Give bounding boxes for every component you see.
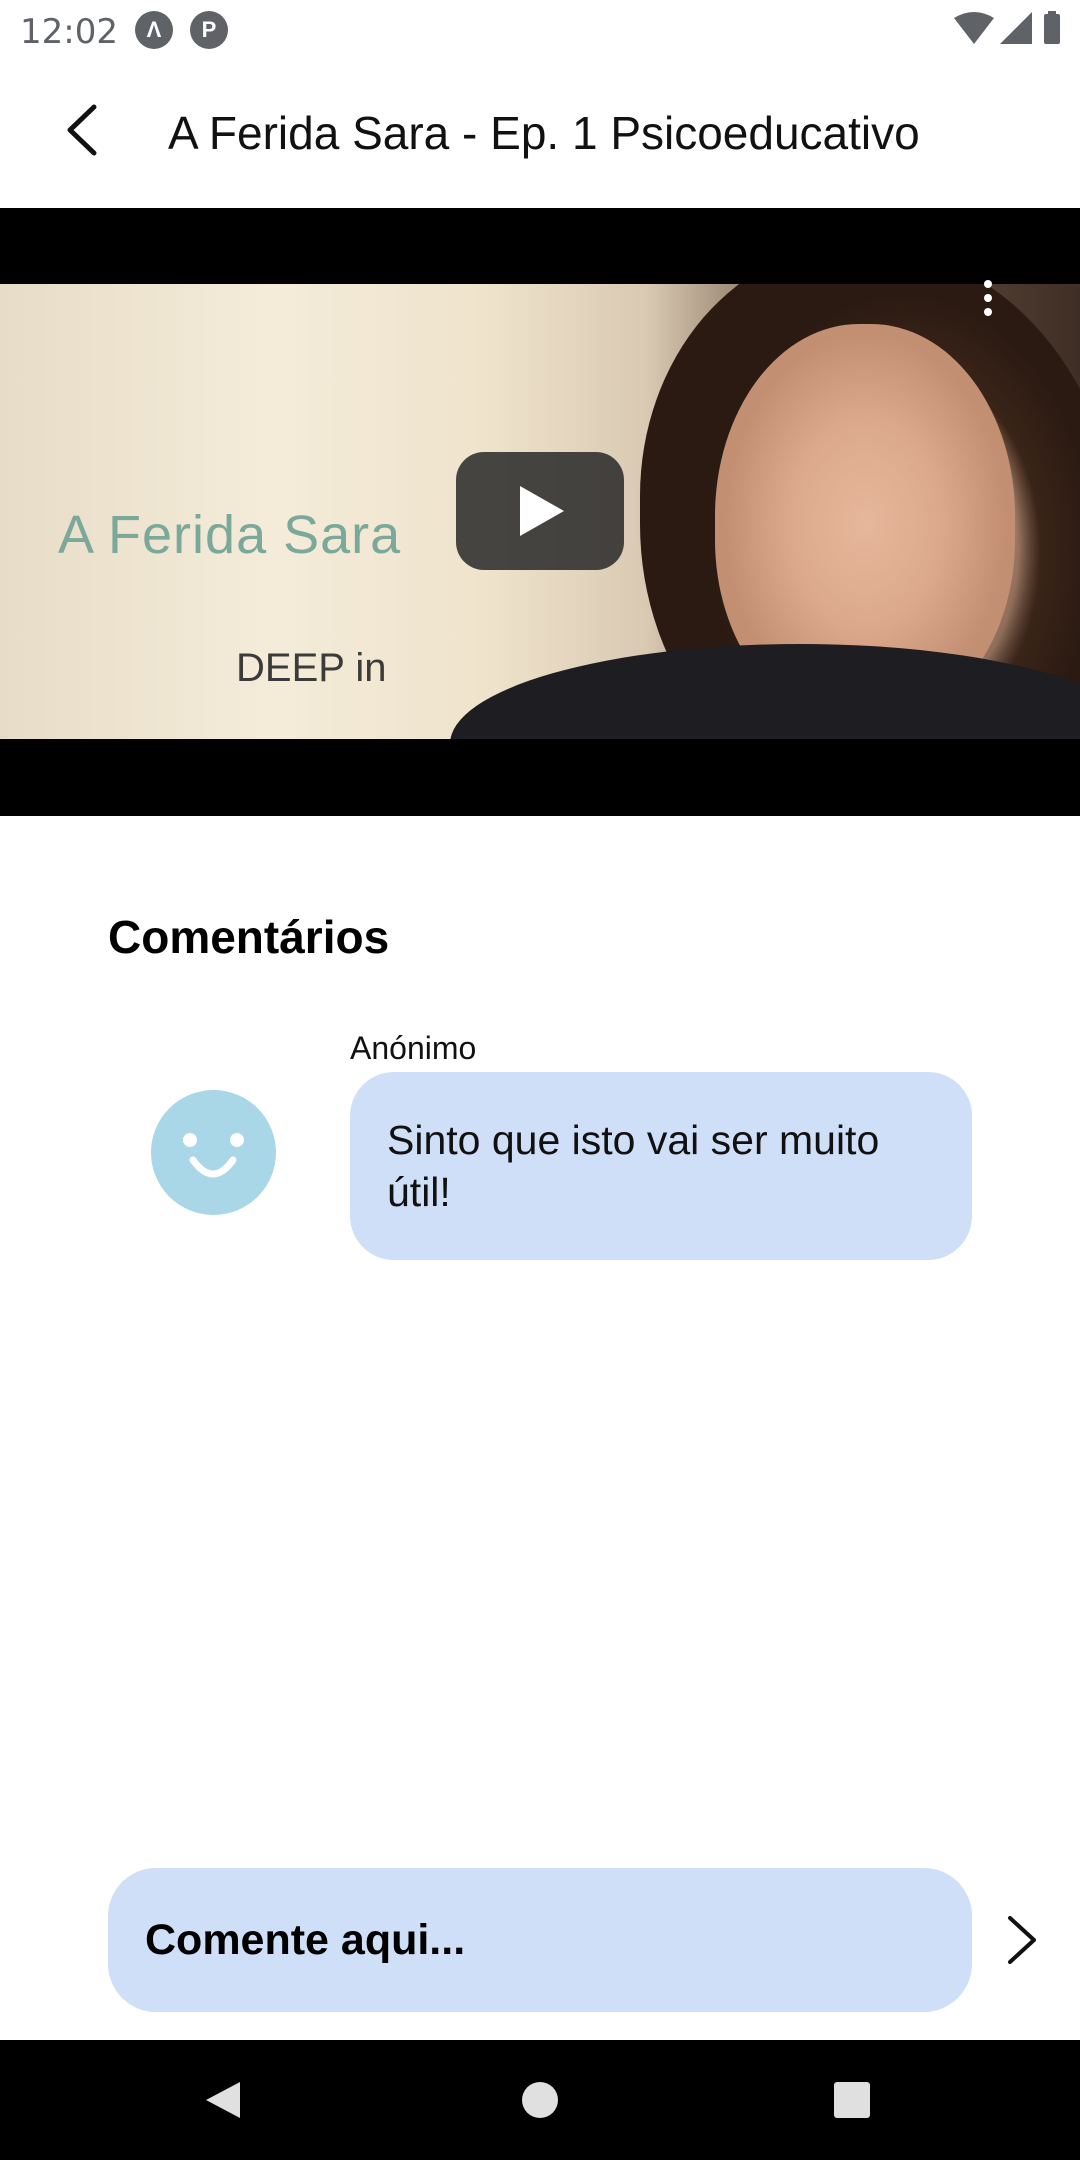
smiley-icon (183, 1133, 244, 1178)
chevron-right-icon (1008, 1916, 1036, 1964)
page-title: A Ferida Sara - Ep. 1 Psicoeducativo (168, 107, 920, 159)
wifi-icon (954, 12, 994, 44)
launcher-app-icon: Λ (135, 11, 173, 49)
nav-recents-button[interactable] (834, 2082, 870, 2118)
video-player[interactable]: A Ferida Sara DEEP in (0, 208, 1080, 816)
more-vert-icon (984, 308, 992, 316)
play-button[interactable] (456, 452, 624, 570)
comments-heading: Comentários (108, 911, 390, 963)
status-bar: 12:02 Λ P (0, 0, 1080, 62)
signal-icon (1000, 12, 1032, 44)
status-icons (954, 11, 1060, 44)
app-bar: A Ferida Sara - Ep. 1 Psicoeducativo (0, 62, 1080, 208)
notification-app-icon: P (190, 11, 228, 49)
system-nav-bar (0, 2040, 1080, 2160)
status-time: 12:02 (20, 12, 118, 52)
chevron-left-icon (67, 104, 97, 156)
more-vert-icon (984, 280, 992, 288)
more-vert-icon (984, 294, 992, 302)
battery-icon (1044, 11, 1060, 44)
send-button[interactable] (998, 1912, 1046, 1968)
comment-bubble: Sinto que isto vai ser muito útil! (350, 1072, 972, 1260)
thumbnail-shirt (450, 644, 1080, 739)
nav-back-button[interactable] (204, 2080, 244, 2120)
play-icon (520, 486, 564, 536)
comment-input[interactable] (108, 1868, 972, 2012)
thumbnail-title: A Ferida Sara (58, 505, 402, 565)
back-button[interactable] (52, 97, 118, 163)
avatar (151, 1090, 276, 1215)
video-more-button[interactable] (970, 268, 1006, 328)
comment-author: Anónimo (350, 1030, 477, 1066)
nav-home-button[interactable] (522, 2082, 558, 2118)
thumbnail-subtitle: DEEP in (236, 646, 387, 690)
